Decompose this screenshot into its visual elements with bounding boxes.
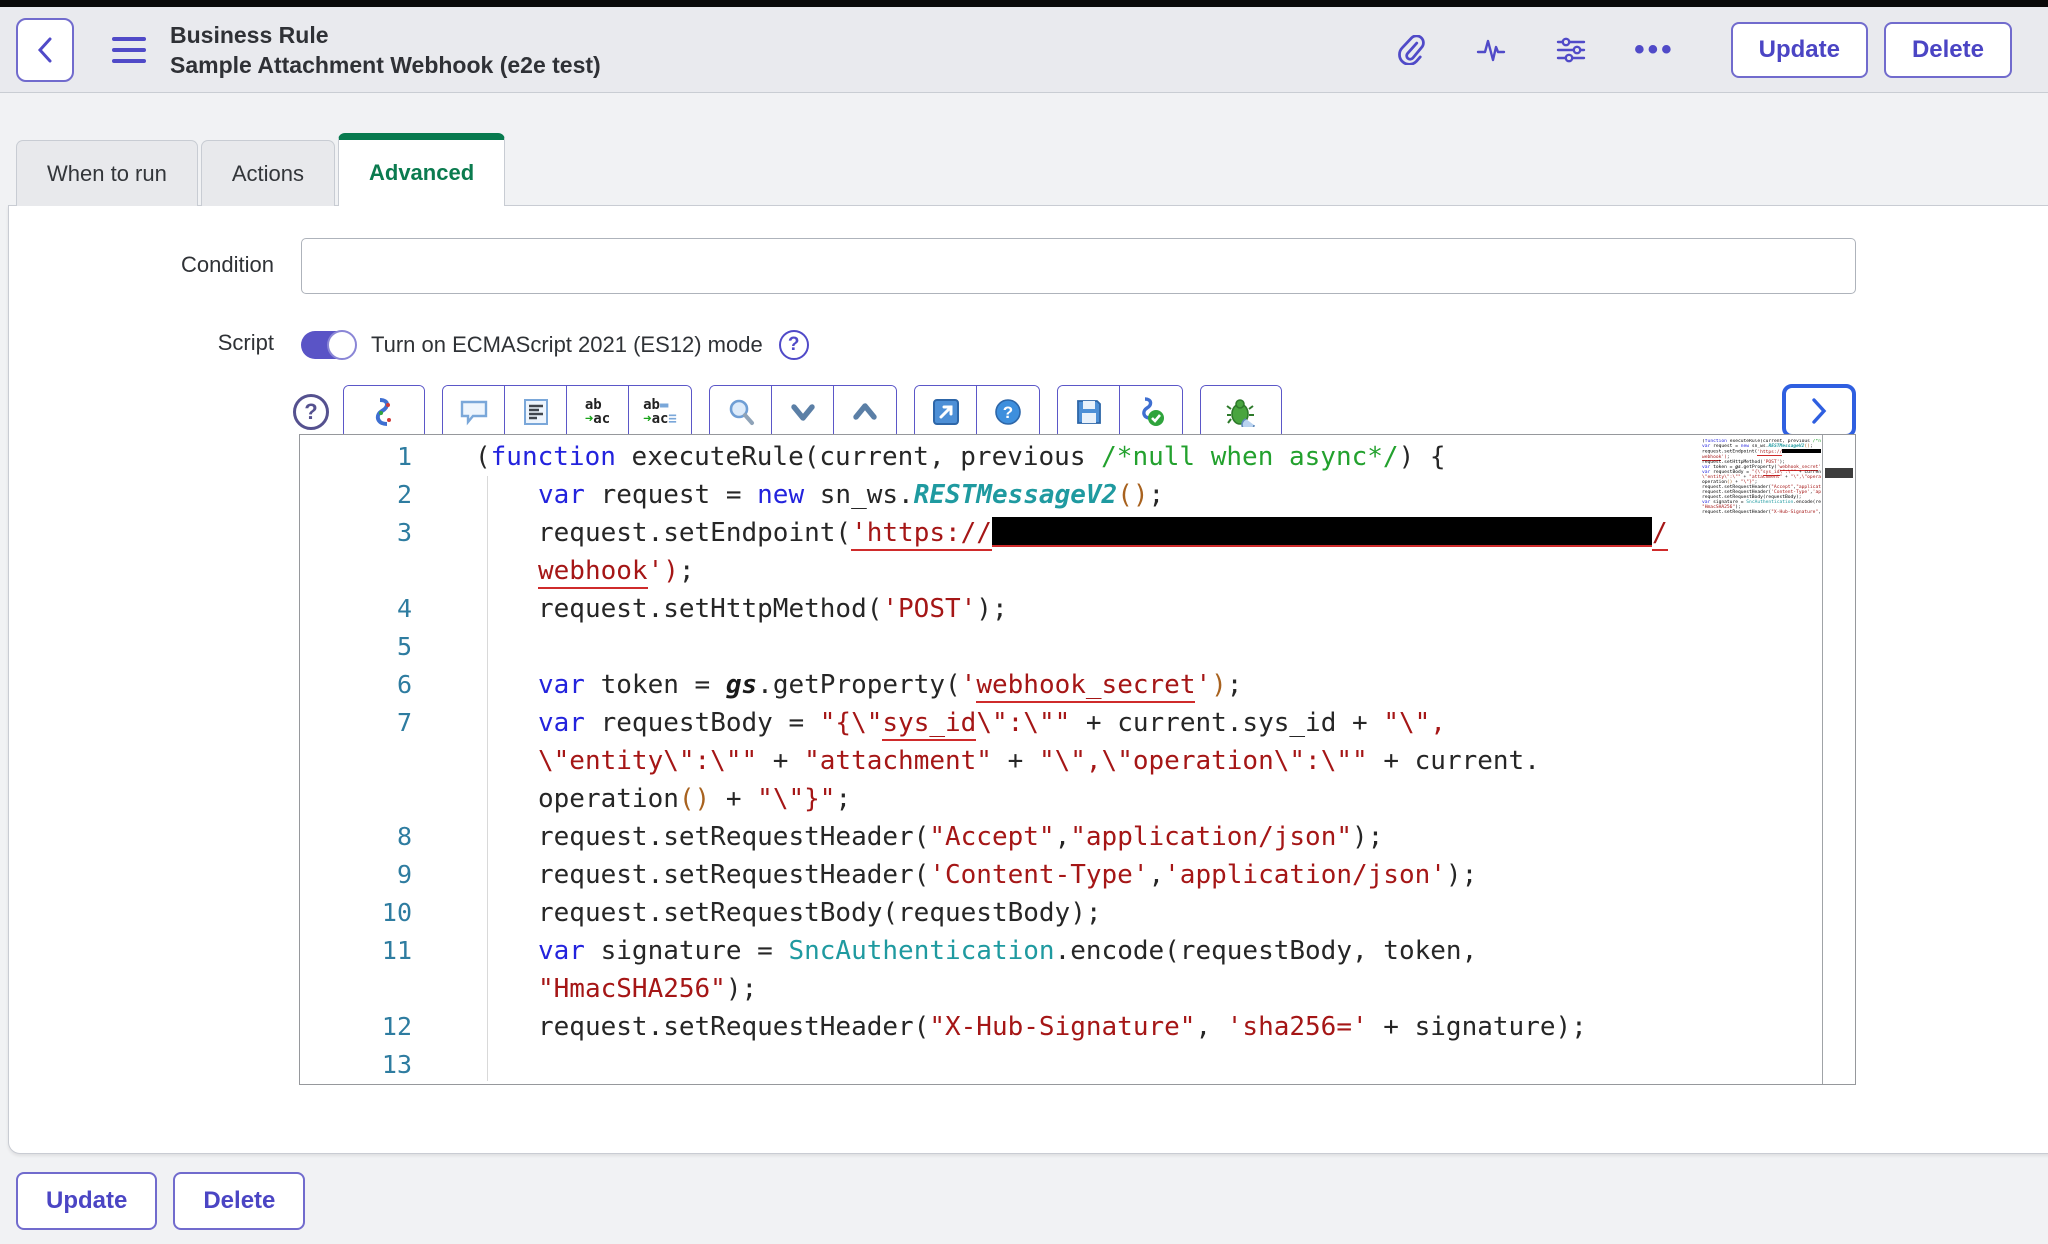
delete-button-header[interactable]: Delete xyxy=(1884,22,2012,78)
code-line[interactable]: operation() + "\"}"; xyxy=(300,780,1855,818)
context-menu-icon[interactable] xyxy=(112,37,146,63)
tab-advanced[interactable]: Advanced xyxy=(338,133,505,206)
code-line[interactable]: "HmacSHA256"); xyxy=(300,970,1855,1008)
sliders-icon[interactable] xyxy=(1554,33,1588,67)
code-line[interactable]: 12request.setRequestHeader("X-Hub-Signat… xyxy=(300,1008,1855,1046)
save-icon[interactable] xyxy=(1058,386,1120,438)
question-circle-icon[interactable]: ? xyxy=(779,330,809,360)
es12-toggle-label: Turn on ECMAScript 2021 (ES12) mode xyxy=(371,332,763,358)
paperclip-icon[interactable] xyxy=(1394,33,1428,67)
chevron-left-icon xyxy=(34,35,56,65)
more-actions-icon[interactable]: ••• xyxy=(1634,33,1675,67)
line-number xyxy=(300,780,475,818)
code-minimap[interactable]: (function executeRule(current, previous … xyxy=(1702,439,1821,549)
tab-when-to-run[interactable]: When to run xyxy=(16,140,198,206)
line-number: 1 xyxy=(300,438,475,476)
code-line[interactable]: 10request.setRequestBody(requestBody); xyxy=(300,894,1855,932)
back-button[interactable] xyxy=(16,18,74,82)
code-line[interactable]: 3request.setEndpoint('https:/// xyxy=(300,514,1855,552)
es12-mode-toggle[interactable] xyxy=(301,331,355,359)
line-number: 7 xyxy=(300,704,475,742)
replace-icon[interactable]: ab➜ac xyxy=(567,386,629,438)
find-previous-icon[interactable] xyxy=(834,386,896,438)
search-icon[interactable] xyxy=(710,386,772,438)
script-code-editor[interactable]: 1 (function executeRule(current, previous… xyxy=(299,434,1856,1085)
code-line[interactable]: 8request.setRequestHeader("Accept","appl… xyxy=(300,818,1855,856)
svg-text:?: ? xyxy=(1003,403,1013,422)
line-number: 5 xyxy=(300,628,475,666)
code-line[interactable]: webhook'); xyxy=(300,552,1855,590)
condition-label: Condition xyxy=(9,238,274,294)
tab-actions[interactable]: Actions xyxy=(201,140,335,206)
code-line[interactable]: 5 xyxy=(300,628,1855,666)
code-line[interactable]: 13 xyxy=(300,1046,1855,1084)
record-title: Business Rule Sample Attachment Webhook … xyxy=(170,20,601,80)
editor-scrollbar[interactable] xyxy=(1822,435,1855,1084)
syntax-editor-icon[interactable] xyxy=(344,386,424,438)
line-number: 13 xyxy=(300,1046,475,1084)
chevron-right-icon xyxy=(1806,396,1832,426)
condition-input[interactable] xyxy=(301,238,1856,294)
redacted-url xyxy=(1782,449,1821,453)
line-number: 2 xyxy=(300,476,475,514)
record-name: Sample Attachment Webhook (e2e test) xyxy=(170,50,601,80)
indent-guide xyxy=(487,476,488,1081)
window-top-edge xyxy=(0,0,2048,7)
expand-editor-button[interactable] xyxy=(1782,384,1856,438)
advanced-tab-panel: Condition Script Turn on ECMAScript 2021… xyxy=(8,205,2048,1154)
line-number: 10 xyxy=(300,894,475,932)
syntax-check-icon[interactable] xyxy=(1120,386,1182,438)
script-label: Script xyxy=(9,322,274,1085)
redacted-url xyxy=(992,517,1652,547)
debug-icon[interactable] xyxy=(1201,386,1281,438)
line-number: 3 xyxy=(300,514,475,552)
code-line[interactable]: 4request.setHttpMethod('POST'); xyxy=(300,590,1855,628)
line-number: 12 xyxy=(300,1008,475,1046)
line-number: 4 xyxy=(300,590,475,628)
update-button-footer[interactable]: Update xyxy=(16,1172,157,1230)
find-next-icon[interactable] xyxy=(772,386,834,438)
line-number: 9 xyxy=(300,856,475,894)
form-tabs: When to runActionsAdvanced xyxy=(0,133,2048,206)
format-code-icon[interactable] xyxy=(505,386,567,438)
update-button-header[interactable]: Update xyxy=(1731,22,1868,78)
code-line[interactable]: 9request.setRequestHeader('Content-Type'… xyxy=(300,856,1855,894)
code-line[interactable]: 7var requestBody = "{\"sys_id\":\"" + cu… xyxy=(300,704,1855,742)
code-line[interactable]: 1(function executeRule(current, previous… xyxy=(300,438,1855,476)
line-number: 6 xyxy=(300,666,475,704)
line-number xyxy=(300,742,475,780)
help-reference-icon[interactable]: ? xyxy=(977,386,1039,438)
form-footer: Update Delete xyxy=(0,1154,2048,1230)
script-editor-toolbar: ? ab➜acab▬➜ac≡? xyxy=(293,384,1856,440)
form-header: Business Rule Sample Attachment Webhook … xyxy=(0,7,2048,93)
line-number xyxy=(300,970,475,1008)
code-line[interactable]: \"entity\":\"" + "attachment" + "\",\"op… xyxy=(300,742,1855,780)
code-line[interactable]: 11var signature = SncAuthentication.enco… xyxy=(300,932,1855,970)
editor-help-icon[interactable]: ? xyxy=(293,394,329,430)
activity-icon[interactable] xyxy=(1474,33,1508,67)
line-number xyxy=(300,552,475,590)
delete-button-footer[interactable]: Delete xyxy=(173,1172,305,1230)
line-number: 11 xyxy=(300,932,475,970)
code-line[interactable]: 6var token = gs.getProperty('webhook_sec… xyxy=(300,666,1855,704)
code-line[interactable]: 2var request = new sn_ws.RESTMessageV2()… xyxy=(300,476,1855,514)
open-in-new-window-icon[interactable] xyxy=(915,386,977,438)
toggle-comment-icon[interactable] xyxy=(443,386,505,438)
editor-scrollbar-thumb[interactable] xyxy=(1825,468,1853,478)
replace-all-icon[interactable]: ab▬➜ac≡ xyxy=(629,386,691,438)
line-number: 8 xyxy=(300,818,475,856)
record-type: Business Rule xyxy=(170,20,601,50)
